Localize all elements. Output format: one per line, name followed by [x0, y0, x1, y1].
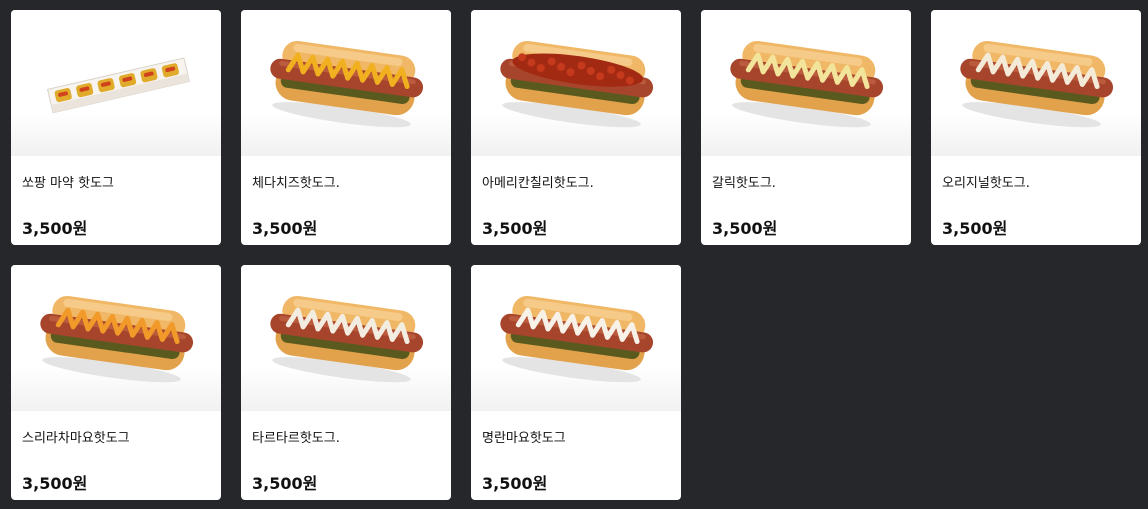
product-card[interactable]: 스리라차마요핫도그 3,500원: [11, 265, 221, 500]
product-image[interactable]: [471, 10, 681, 156]
product-image[interactable]: [11, 265, 221, 411]
product-price: 3,500원: [22, 219, 88, 238]
product-card[interactable]: 타르타르핫도그. 3,500원: [241, 265, 451, 500]
product-card[interactable]: 오리지널핫도그. 3,500원: [931, 10, 1141, 245]
product-price: 3,500원: [22, 474, 88, 493]
product-name: 타르타르핫도그.: [252, 431, 340, 446]
product-card[interactable]: 쏘팡 마약 핫도그 3,500원: [11, 10, 221, 245]
product-card[interactable]: 체다치즈핫도그. 3,500원: [241, 10, 451, 245]
product-image[interactable]: [11, 10, 221, 156]
product-name: 갈릭핫도그.: [712, 176, 776, 191]
product-name: 오리지널핫도그.: [942, 176, 1030, 191]
product-image[interactable]: [701, 10, 911, 156]
product-image[interactable]: [241, 10, 451, 156]
product-name: 체다치즈핫도그.: [252, 176, 340, 191]
product-price: 3,500원: [712, 219, 778, 238]
product-name: 쏘팡 마약 핫도그: [22, 176, 114, 191]
product-price: 3,500원: [942, 219, 1008, 238]
product-name: 스리라차마요핫도그: [22, 431, 130, 446]
product-image[interactable]: [931, 10, 1141, 156]
product-price: 3,500원: [482, 219, 548, 238]
product-image[interactable]: [241, 265, 451, 411]
product-grid: 쏘팡 마약 핫도그 3,500원 체다치즈핫도그. 3,500원 아메리칸칠리핫도그. 3…: [11, 10, 1145, 500]
product-price: 3,500원: [252, 474, 318, 493]
product-image[interactable]: [471, 265, 681, 411]
product-name: 명란마요핫도그: [482, 431, 566, 446]
product-card[interactable]: 갈릭핫도그. 3,500원: [701, 10, 911, 245]
product-price: 3,500원: [252, 219, 318, 238]
product-card[interactable]: 아메리칸칠리핫도그. 3,500원: [471, 10, 681, 245]
product-price: 3,500원: [482, 474, 548, 493]
product-name: 아메리칸칠리핫도그.: [482, 176, 594, 191]
product-card[interactable]: 명란마요핫도그 3,500원: [471, 265, 681, 500]
